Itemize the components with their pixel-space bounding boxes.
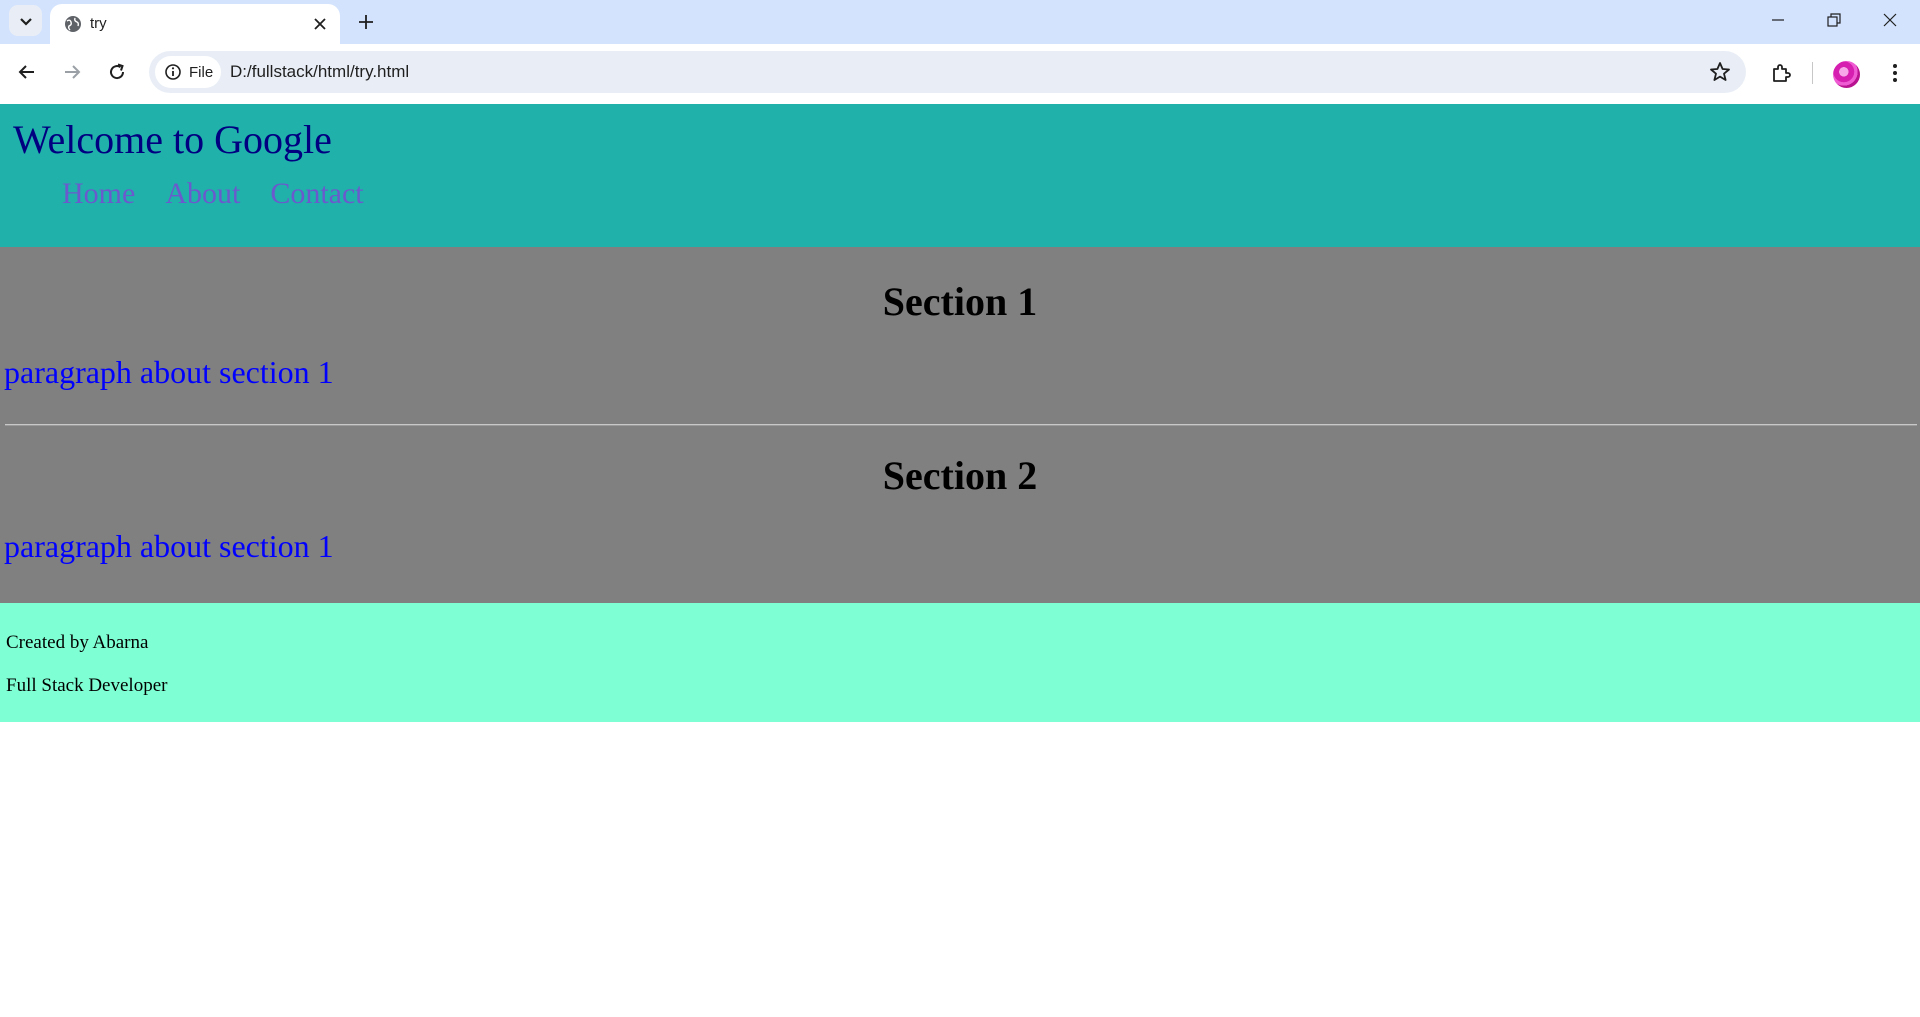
tab-search-button[interactable] [9, 5, 42, 36]
globe-icon [65, 16, 81, 32]
site-header: Welcome to Google Home About Contact [0, 104, 1920, 247]
tab-search-icon [19, 17, 32, 26]
minimize-button[interactable] [1750, 0, 1806, 40]
minimize-icon [1772, 19, 1784, 21]
section-1-heading: Section 1 [882, 279, 1038, 324]
back-icon [18, 65, 34, 79]
extensions-button[interactable] [1766, 58, 1796, 88]
toolbar-separator [1812, 62, 1813, 84]
address-bar[interactable]: File D:/fullstack/html/try.html [149, 51, 1746, 93]
footer-author: Created by Abarna [6, 632, 149, 653]
section-2-heading: Section 2 [882, 453, 1038, 498]
nav-link-home[interactable]: Home [62, 177, 135, 211]
close-icon [314, 18, 326, 30]
site-nav: Home About Contact [62, 177, 364, 211]
avatar[interactable] [1833, 61, 1860, 88]
new-tab-button[interactable] [352, 8, 380, 36]
site-info-chip[interactable]: File [155, 56, 221, 88]
forward-icon [65, 65, 81, 79]
footer-role: Full Stack Developer [6, 675, 168, 696]
reload-button[interactable] [99, 54, 135, 90]
kebab-menu-icon [1893, 64, 1897, 82]
extensions-icon [1773, 64, 1791, 82]
nav-link-about[interactable]: About [165, 177, 240, 211]
browser-toolbar: File D:/fullstack/html/try.html [0, 44, 1920, 104]
browser-menu-button[interactable] [1880, 58, 1910, 88]
web-page: Welcome to Google Home About Contact Sec… [0, 104, 1920, 1017]
forward-button[interactable] [54, 54, 90, 90]
site-title: Welcome to Google [13, 117, 332, 162]
nav-link-contact[interactable]: Contact [270, 177, 363, 211]
restore-button[interactable] [1806, 0, 1862, 40]
tab-title: try [90, 15, 107, 32]
tab-strip: try [0, 0, 1920, 44]
browser-tab[interactable]: try [50, 4, 340, 44]
section-1-paragraph: paragraph about section 1 [4, 354, 334, 390]
restore-icon [1827, 13, 1841, 27]
site-info-label: File [189, 63, 214, 81]
back-button[interactable] [9, 54, 45, 90]
window-close-icon [1883, 13, 1897, 27]
window-close-button[interactable] [1862, 0, 1918, 40]
url-text[interactable]: D:/fullstack/html/try.html [230, 62, 409, 82]
section-2-paragraph: paragraph about section 1 [4, 528, 334, 564]
section-divider [5, 424, 1917, 426]
site-footer: Created by Abarna Full Stack Developer [0, 603, 1920, 722]
info-icon [165, 64, 181, 80]
tab-close-button[interactable] [309, 13, 331, 35]
reload-icon [110, 63, 125, 80]
main-content: Section 1 paragraph about section 1 Sect… [0, 247, 1920, 603]
star-icon[interactable] [1708, 60, 1732, 84]
plus-icon [359, 15, 373, 29]
